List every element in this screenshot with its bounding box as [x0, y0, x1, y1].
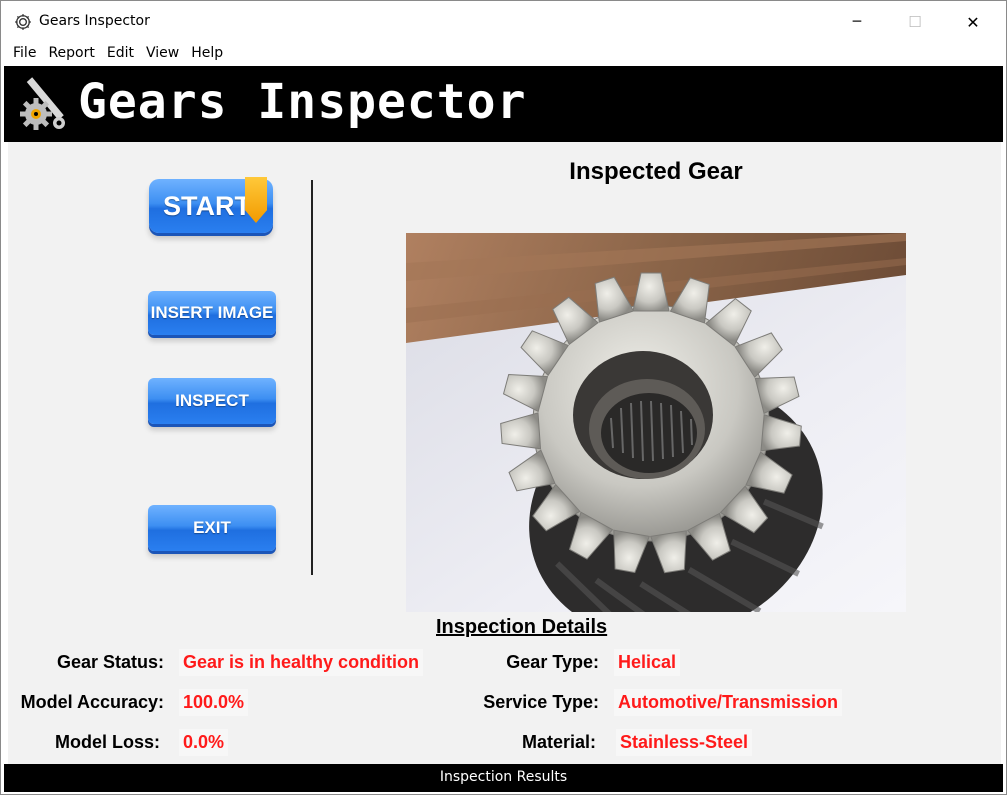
close-icon: ✕	[966, 12, 980, 32]
minimize-icon: ─	[852, 14, 862, 30]
minimize-button[interactable]: ─	[828, 1, 886, 43]
insert-image-button[interactable]: INSERT IMAGE	[148, 291, 276, 335]
status-bar: Inspection Results	[4, 764, 1003, 792]
start-button[interactable]: START	[149, 177, 273, 233]
inspect-button-label: INSPECT	[175, 391, 249, 410]
menu-bar: File Report Edit View Help	[1, 43, 1006, 66]
header-banner: Gears Inspector	[4, 66, 1003, 142]
gear-icon	[15, 14, 31, 30]
insert-image-button-label: INSERT IMAGE	[150, 303, 274, 322]
menu-view[interactable]: View	[140, 43, 185, 66]
inspection-details-heading: Inspection Details	[436, 616, 608, 638]
model-loss-value: 0.0%	[179, 729, 229, 756]
exit-button[interactable]: EXIT	[148, 505, 276, 551]
service-type-value: Automotive/Transmission	[614, 689, 843, 716]
exit-button-label: EXIT	[193, 518, 231, 537]
gear-photo-illustration	[406, 233, 906, 612]
title-bar[interactable]: Gears Inspector ─ ☐ ✕	[1, 1, 1006, 43]
model-accuracy-label: Model Accuracy:	[20, 692, 164, 712]
model-accuracy-value: 100.0%	[179, 689, 249, 716]
banner-title: Gears Inspector	[78, 74, 527, 130]
menu-file[interactable]: File	[7, 43, 42, 66]
main-content: START INSERT IMAGE INSPECT EXIT Inspecte…	[8, 142, 1001, 764]
gear-type-value: Helical	[614, 649, 681, 676]
gear-type-label: Gear Type:	[506, 652, 599, 672]
gear-status-label: Gear Status:	[56, 652, 164, 672]
gear-image	[406, 233, 906, 612]
inspected-gear-heading: Inspected Gear	[569, 158, 743, 185]
menu-report[interactable]: Report	[42, 43, 100, 66]
material-value: Stainless-Steel	[616, 729, 753, 756]
inspect-button[interactable]: INSPECT	[148, 378, 276, 424]
gear-wrench-icon	[20, 77, 65, 130]
maximize-icon: ☐	[908, 13, 922, 31]
app-window: Gears Inspector ─ ☐ ✕ File Report Edit V…	[0, 0, 1007, 795]
menu-edit[interactable]: Edit	[101, 43, 140, 66]
maximize-button[interactable]: ☐	[886, 1, 944, 43]
vertical-divider	[311, 180, 313, 575]
model-loss-label: Model Loss:	[54, 732, 160, 752]
window-title: Gears Inspector	[39, 13, 150, 29]
material-label: Material:	[521, 732, 596, 752]
start-button-label: START	[163, 190, 251, 221]
gear-status-value: Gear is in healthy condition	[179, 649, 424, 676]
close-button[interactable]: ✕	[944, 1, 1002, 43]
service-type-label: Service Type:	[483, 692, 599, 712]
menu-help[interactable]: Help	[185, 43, 229, 66]
